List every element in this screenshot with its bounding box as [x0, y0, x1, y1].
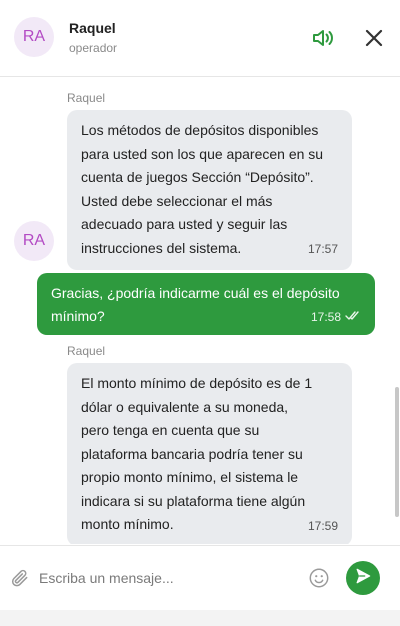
message-line: Usted debe seleccionar el más: [81, 192, 273, 209]
message-line: indicara si su plataforma tiene algún: [81, 492, 306, 509]
double-check-icon: [345, 306, 361, 329]
message-line: Gracias, ¿podría indicarme cuál es el de…: [51, 285, 340, 301]
speaker-volume-icon[interactable]: [311, 26, 335, 50]
message-input[interactable]: [39, 566, 301, 590]
message-time: 17:58: [310, 310, 341, 324]
message-line: pero tenga en cuenta que su: [81, 422, 260, 438]
scrollbar-thumb[interactable]: [395, 387, 399, 517]
operator-avatar: RA: [14, 221, 54, 261]
send-icon: [353, 566, 373, 591]
message-line: propio monto mínimo, el sistema le: [81, 469, 299, 485]
message-line: Los métodos de depósitos disponibles: [81, 122, 319, 138]
close-icon[interactable]: [362, 26, 386, 50]
incoming-message: El monto mínimo de depósito es de 1 dóla…: [67, 363, 352, 544]
message-line: dólar o equivalente a su moneda,: [81, 398, 289, 415]
incoming-message: Los métodos de depósitos disponibles par…: [67, 110, 352, 270]
message-line: El monto mínimo de depósito es de 1: [81, 375, 313, 391]
message-line: cuenta de juegos Sección “Depósito”.: [81, 169, 314, 185]
outgoing-message: Gracias, ¿podría indicarme cuál es el de…: [37, 273, 375, 335]
smiley-icon[interactable]: [308, 567, 330, 589]
message-line: adecuado para usted y seguir las: [81, 216, 288, 232]
message-line: plataforma bancaria podría tener su: [81, 445, 303, 462]
message-sender: Raquel: [67, 91, 106, 105]
message-line: para usted son los que aparecen en su: [81, 145, 324, 162]
operator-role: operador: [69, 41, 118, 55]
chat-header: RA Raquel operador: [0, 0, 400, 77]
message-composer: [0, 545, 400, 610]
bottom-edge: [0, 610, 400, 626]
send-button[interactable]: [346, 561, 380, 595]
paperclip-icon[interactable]: [10, 568, 30, 588]
message-list[interactable]: Raquel Los métodos de depósitos disponib…: [0, 77, 394, 544]
operator-avatar: RA: [14, 17, 54, 57]
message-sender: Raquel: [67, 344, 106, 358]
operator-name: Raquel: [69, 20, 116, 36]
